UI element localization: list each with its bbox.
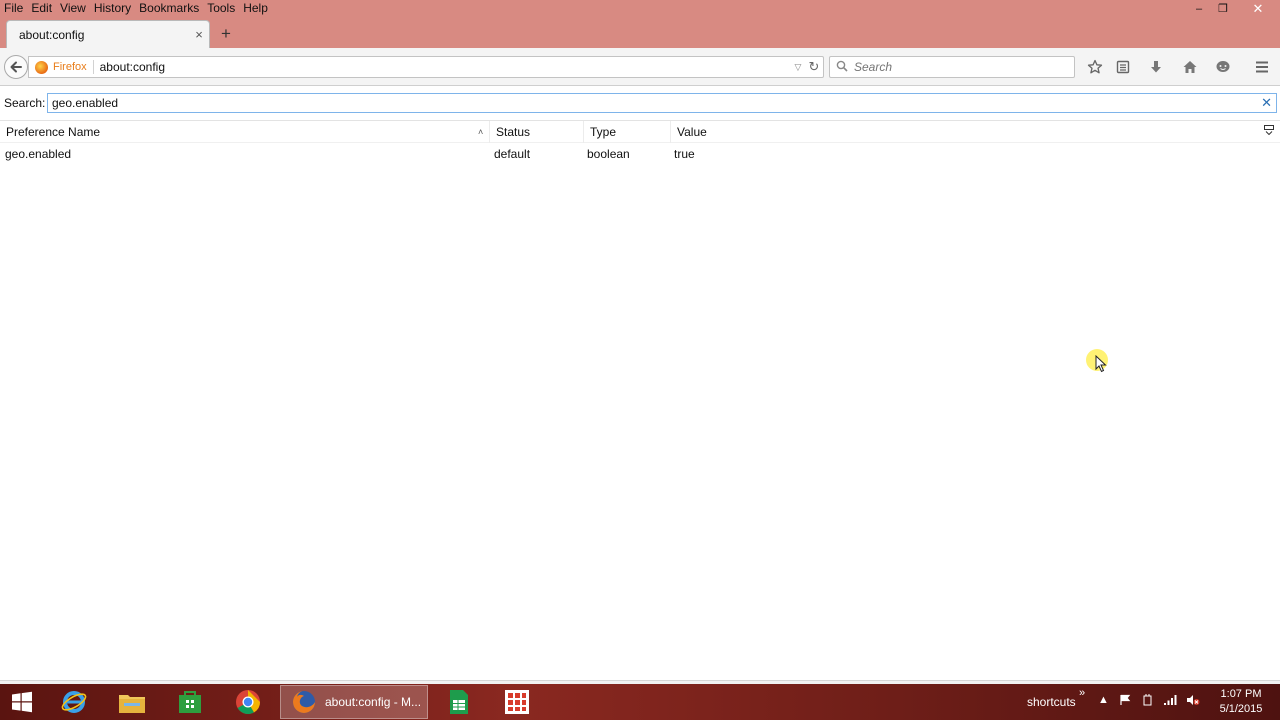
taskbar-firefox-window[interactable]: about:config - M... (280, 685, 428, 719)
bookmarks-list-icon (1116, 60, 1130, 74)
bookmarks-menu-button[interactable] (1112, 57, 1134, 77)
show-hidden-icons-icon[interactable]: ▲ (1098, 694, 1109, 706)
table-row[interactable]: geo.enabled default boolean true (0, 143, 1280, 163)
minimize-button[interactable]: – (1188, 0, 1210, 17)
windows-logo-icon (12, 691, 32, 713)
chrome-icon (236, 690, 260, 715)
internet-explorer-icon (61, 691, 87, 713)
taskbar-sheets[interactable] (437, 686, 481, 718)
web-search-input[interactable] (854, 60, 1054, 74)
store-icon (179, 691, 201, 713)
open-menu-button[interactable] (1251, 57, 1273, 77)
new-tab-button[interactable]: + (216, 25, 236, 45)
menu-edit[interactable]: Edit (27, 0, 56, 17)
column-picker-icon[interactable] (1263, 125, 1275, 137)
pref-name-cell: geo.enabled (5, 147, 72, 161)
hamburger-menu-icon (1256, 61, 1268, 73)
app-grid-icon (505, 690, 529, 714)
pref-type-cell: boolean (587, 147, 630, 161)
identity-box[interactable]: Firefox (29, 60, 94, 74)
volume-muted-icon[interactable] (1186, 694, 1200, 709)
start-button[interactable] (0, 686, 44, 718)
close-icon: ✕ (1252, 0, 1264, 16)
menu-file[interactable]: File (0, 0, 27, 17)
column-value[interactable]: Value (671, 121, 1261, 143)
tab-title: about:config (19, 27, 85, 42)
window-titlebar: File Edit View History Bookmarks Tools H… (0, 0, 1280, 48)
url-input[interactable]: about:config (94, 60, 791, 74)
config-search-label: Search: (4, 96, 46, 110)
spreadsheet-icon (450, 690, 468, 714)
url-bar[interactable]: Firefox about:config ▽ ↻ (28, 56, 824, 78)
config-search-row: Search: ✕ (0, 93, 1280, 113)
column-preference-name[interactable]: Preference Name (0, 121, 490, 143)
preferences-table: Preference Name ˄ Status Type Value geo.… (0, 120, 1280, 163)
network-signal-icon[interactable] (1163, 694, 1177, 709)
menu-view[interactable]: View (56, 0, 90, 17)
config-search-box[interactable]: ✕ (47, 93, 1277, 113)
folder-icon (119, 695, 145, 713)
menu-bar: File Edit View History Bookmarks Tools H… (0, 0, 272, 17)
toolbar-expand-icon[interactable]: » (1079, 687, 1085, 699)
menu-history[interactable]: History (90, 0, 135, 17)
back-arrow-icon (10, 61, 22, 73)
taskbar-chrome[interactable] (226, 686, 270, 718)
mouse-cursor-icon (1086, 349, 1110, 373)
column-status[interactable]: Status (490, 121, 584, 143)
taskbar-clock[interactable]: 1:07 PM 5/1/2015 (1212, 687, 1270, 717)
action-center-flag-icon[interactable] (1119, 694, 1131, 709)
taskbar-internet-explorer[interactable] (52, 686, 96, 718)
downloads-button[interactable] (1145, 57, 1167, 77)
power-battery-icon[interactable] (1141, 694, 1155, 709)
home-icon (1183, 61, 1197, 73)
navigation-toolbar: Firefox about:config ▽ ↻ (0, 48, 1280, 86)
windows-taskbar: about:config - M... shortcuts » ▲ 1:07 P… (0, 684, 1280, 720)
close-window-button[interactable]: ✕ (1236, 0, 1280, 17)
taskbar-apps[interactable] (495, 686, 539, 718)
web-search-bar[interactable] (829, 56, 1075, 78)
star-icon (1087, 59, 1103, 74)
taskbar-store[interactable] (168, 686, 212, 718)
column-type[interactable]: Type (584, 121, 671, 143)
taskbar-file-explorer[interactable] (110, 686, 154, 718)
back-button[interactable] (4, 55, 28, 79)
hello-chat-button[interactable] (1212, 57, 1234, 77)
taskbar-window-label: about:config - M... (325, 695, 422, 709)
search-icon (836, 60, 850, 75)
minimize-icon: – (1195, 2, 1203, 15)
home-button[interactable] (1179, 57, 1201, 77)
tray-shortcuts-label[interactable]: shortcuts (1027, 695, 1076, 709)
pref-status-cell: default (494, 147, 531, 161)
menu-help[interactable]: Help (239, 0, 272, 17)
reload-icon[interactable]: ↻ (805, 59, 823, 75)
history-dropdown-icon[interactable]: ▽ (791, 62, 805, 73)
pref-value-cell: true (674, 147, 695, 161)
chat-bubble-icon (1216, 61, 1230, 72)
tab-about-config[interactable]: about:config × (6, 20, 210, 48)
clock-date: 5/1/2015 (1219, 703, 1263, 715)
preferences-table-header: Preference Name ˄ Status Type Value (0, 121, 1280, 143)
firefox-icon (293, 691, 315, 713)
bookmark-star-button[interactable] (1084, 57, 1106, 77)
restore-button[interactable]: ❐ (1212, 0, 1234, 17)
sort-ascending-icon: ˄ (478, 127, 484, 137)
firefox-logo-icon (35, 60, 48, 74)
tab-close-icon[interactable]: × (189, 27, 209, 42)
config-search-input[interactable] (48, 94, 1238, 112)
identity-label: Firefox (53, 61, 87, 73)
menu-bookmarks[interactable]: Bookmarks (135, 0, 203, 17)
download-arrow-icon (1151, 61, 1161, 73)
clock-time: 1:07 PM (1220, 688, 1262, 700)
restore-icon: ❐ (1218, 3, 1228, 15)
about-config-page: Search: ✕ Preference Name ˄ Status Type … (0, 87, 1280, 680)
menu-tools[interactable]: Tools (203, 0, 239, 17)
clear-search-icon[interactable]: ✕ (1261, 95, 1272, 111)
